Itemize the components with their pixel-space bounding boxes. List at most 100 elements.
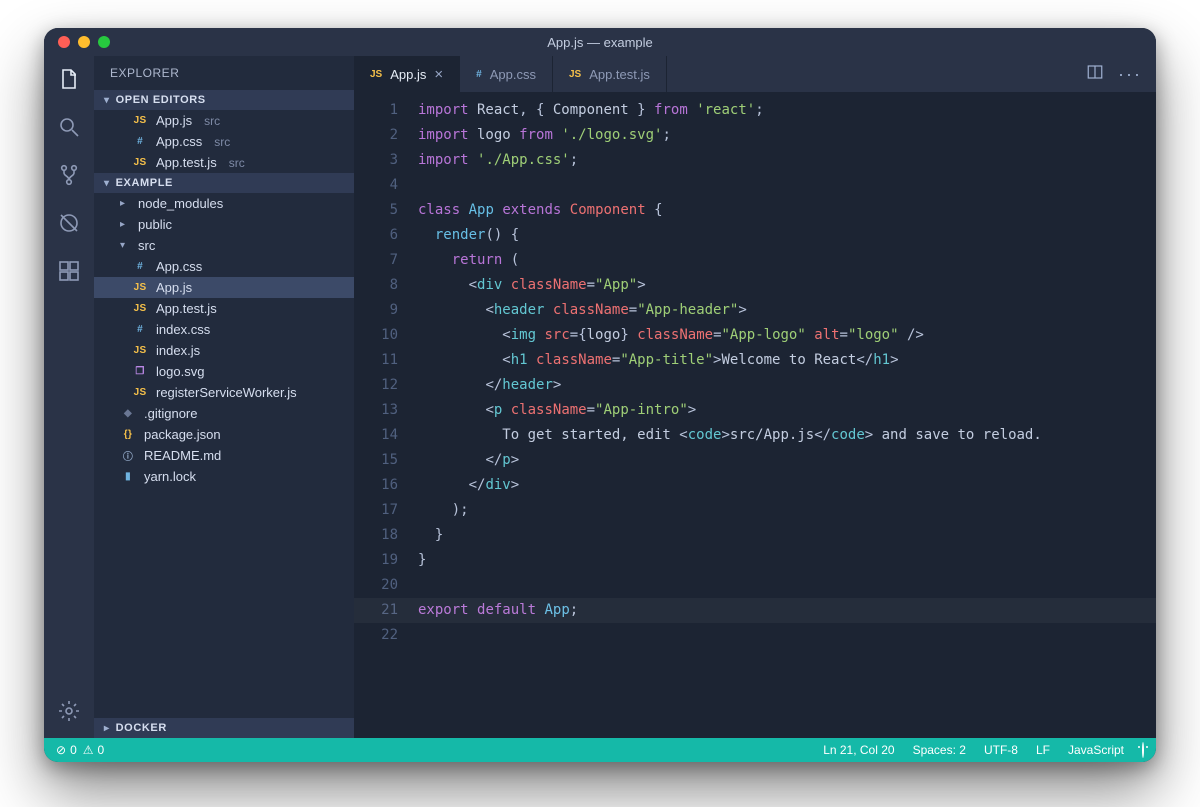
settings-gear-icon[interactable] bbox=[56, 698, 82, 724]
code-line[interactable]: </div> bbox=[418, 473, 1156, 498]
file-row[interactable]: ◆ .gitignore bbox=[94, 403, 354, 424]
activity-bar bbox=[44, 56, 94, 738]
editor-window: App.js — example EXPLOR bbox=[44, 28, 1156, 762]
file-type-icon: JS bbox=[132, 303, 148, 314]
code-line[interactable]: return ( bbox=[418, 248, 1156, 273]
chevron-down-icon: ▾ bbox=[120, 240, 130, 251]
code-line[interactable]: <img src={logo} className="App-logo" alt… bbox=[418, 323, 1156, 348]
titlebar[interactable]: App.js — example bbox=[44, 28, 1156, 56]
editor-tab[interactable]: JSApp.test.js bbox=[553, 56, 667, 92]
file-name: App.js bbox=[156, 280, 192, 295]
code-line[interactable] bbox=[418, 573, 1156, 598]
file-type-icon: JS bbox=[132, 387, 148, 398]
folder-row[interactable]: ▾ src bbox=[94, 235, 354, 256]
code-line[interactable]: import logo from './logo.svg'; bbox=[418, 123, 1156, 148]
source-control-activity-icon[interactable] bbox=[56, 162, 82, 188]
code-line[interactable]: class App extends Component { bbox=[418, 198, 1156, 223]
file-type-icon: ◆ bbox=[120, 408, 136, 419]
code-line[interactable]: <div className="App"> bbox=[418, 273, 1156, 298]
file-row[interactable]: ⓘ README.md bbox=[94, 445, 354, 466]
file-type-icon: # bbox=[132, 261, 148, 272]
code-line[interactable]: To get started, edit <code>src/App.js</c… bbox=[418, 423, 1156, 448]
file-name: .gitignore bbox=[144, 406, 197, 421]
chevron-down-icon bbox=[104, 94, 110, 106]
open-editors-header[interactable]: OPEN EDITORS bbox=[94, 90, 354, 110]
code-line[interactable]: import './App.css'; bbox=[418, 148, 1156, 173]
open-editor-dir: src bbox=[229, 156, 245, 170]
file-row[interactable]: JSApp.test.js bbox=[94, 298, 354, 319]
code-line[interactable]: <header className="App-header"> bbox=[418, 298, 1156, 323]
docker-header[interactable]: DOCKER bbox=[94, 718, 354, 738]
docker-label: DOCKER bbox=[116, 722, 167, 734]
editor-area: JS App.js × #App.cssJSApp.test.js ··· 12345… bbox=[354, 56, 1156, 738]
file-row[interactable]: JSregisterServiceWorker.js bbox=[94, 382, 354, 403]
status-warnings[interactable]: ⚠ 0 bbox=[83, 743, 104, 757]
file-row[interactable]: ❐logo.svg bbox=[94, 361, 354, 382]
editor-tab[interactable]: JS App.js × bbox=[354, 56, 460, 92]
folder-row[interactable]: ▸node_modules bbox=[94, 193, 354, 214]
search-activity-icon[interactable] bbox=[56, 114, 82, 140]
code-line[interactable]: </p> bbox=[418, 448, 1156, 473]
open-editor-item[interactable]: JS App.test.js src bbox=[94, 152, 354, 173]
close-tab-icon[interactable]: × bbox=[434, 67, 443, 82]
open-editor-item[interactable]: #App.csssrc bbox=[94, 131, 354, 152]
open-editors-label: OPEN EDITORS bbox=[116, 94, 206, 106]
file-type-icon: ⓘ bbox=[120, 448, 136, 463]
code-line[interactable]: import React, { Component } from 'react'… bbox=[418, 98, 1156, 123]
sidebar: EXPLORER OPEN EDITORS JSApp.jssrc#App.cs… bbox=[94, 56, 354, 738]
status-indent[interactable]: Spaces: 2 bbox=[913, 743, 966, 757]
folder-row[interactable]: ▸ public bbox=[94, 214, 354, 235]
file-row[interactable]: {}package.json bbox=[94, 424, 354, 445]
code-editor[interactable]: 12345678910111213141516171819202122 impo… bbox=[354, 92, 1156, 738]
status-eol[interactable]: LF bbox=[1036, 743, 1050, 757]
file-type-icon: JS bbox=[132, 345, 148, 356]
extensions-activity-icon[interactable] bbox=[56, 258, 82, 284]
code-line[interactable]: <h1 className="App-title">Welcome to Rea… bbox=[418, 348, 1156, 373]
explorer-activity-icon[interactable] bbox=[56, 66, 82, 92]
code-content[interactable]: import React, { Component } from 'react'… bbox=[410, 92, 1156, 738]
open-editors-list: JSApp.jssrc#App.csssrc JS App.test.js src bbox=[94, 110, 354, 173]
file-name: README.md bbox=[144, 448, 221, 463]
file-type-icon: JS bbox=[569, 69, 581, 80]
feedback-smile-icon[interactable] bbox=[1142, 743, 1144, 757]
file-row[interactable]: JSApp.js bbox=[94, 277, 354, 298]
tab-label: App.js bbox=[390, 67, 426, 82]
status-encoding[interactable]: UTF-8 bbox=[984, 743, 1018, 757]
chevron-right-icon: ▸ bbox=[120, 219, 130, 230]
code-line[interactable]: } bbox=[418, 523, 1156, 548]
open-editor-filename: App.test.js bbox=[156, 155, 217, 170]
code-line[interactable]: </header> bbox=[418, 373, 1156, 398]
file-row[interactable]: ▮yarn.lock bbox=[94, 466, 354, 487]
code-line[interactable] bbox=[418, 623, 1156, 648]
code-line[interactable]: <p className="App-intro"> bbox=[418, 398, 1156, 423]
split-editor-icon[interactable] bbox=[1086, 63, 1104, 86]
folder-name: public bbox=[138, 217, 172, 232]
more-actions-icon[interactable]: ··· bbox=[1118, 64, 1142, 85]
folder-name: src bbox=[138, 238, 155, 253]
open-editor-dir: src bbox=[214, 135, 230, 149]
file-row[interactable]: #index.css bbox=[94, 319, 354, 340]
code-line[interactable]: ); bbox=[418, 498, 1156, 523]
file-row[interactable]: # App.css bbox=[94, 256, 354, 277]
editor-tab[interactable]: #App.css bbox=[460, 56, 553, 92]
code-line[interactable]: render() { bbox=[418, 223, 1156, 248]
project-label: EXAMPLE bbox=[116, 177, 173, 189]
project-header[interactable]: EXAMPLE bbox=[94, 173, 354, 193]
chevron-right-icon: ▸ bbox=[120, 198, 130, 209]
file-name: App.css bbox=[156, 259, 202, 274]
warning-icon: ⚠ bbox=[83, 743, 94, 757]
status-cursor[interactable]: Ln 21, Col 20 bbox=[823, 743, 894, 757]
open-editor-item[interactable]: JSApp.jssrc bbox=[94, 110, 354, 131]
file-type-icon: JS bbox=[132, 157, 148, 168]
file-type-icon: JS bbox=[370, 69, 382, 80]
tab-label: App.css bbox=[490, 67, 536, 82]
debug-activity-icon[interactable] bbox=[56, 210, 82, 236]
file-type-icon: # bbox=[132, 136, 148, 147]
code-line[interactable] bbox=[418, 173, 1156, 198]
line-number-gutter: 12345678910111213141516171819202122 bbox=[354, 92, 410, 738]
code-line[interactable]: } bbox=[418, 548, 1156, 573]
status-bar: ⊘ 0 ⚠ 0 Ln 21, Col 20 Spaces: 2 UTF-8 LF… bbox=[44, 738, 1156, 762]
status-language[interactable]: JavaScript bbox=[1068, 743, 1124, 757]
status-errors[interactable]: ⊘ 0 bbox=[56, 743, 77, 757]
file-row[interactable]: JSindex.js bbox=[94, 340, 354, 361]
